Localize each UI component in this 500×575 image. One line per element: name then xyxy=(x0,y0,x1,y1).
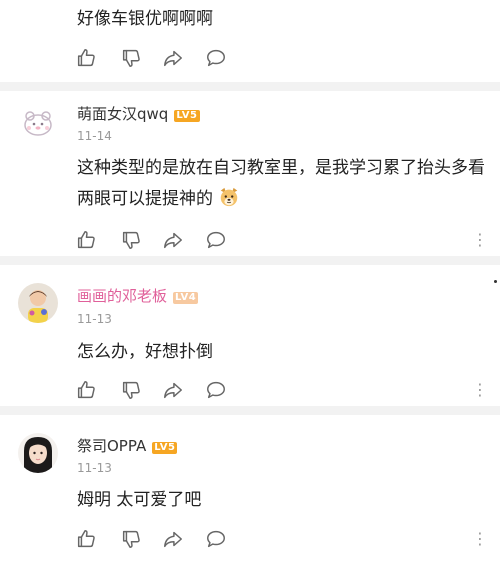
divider xyxy=(0,82,500,91)
like-button[interactable] xyxy=(75,528,97,550)
share-icon xyxy=(164,531,182,548)
thumbs-up-icon xyxy=(77,381,95,399)
level-badge: LV5 xyxy=(174,110,200,122)
comment-icon xyxy=(207,49,225,67)
share-icon xyxy=(164,50,182,67)
divider xyxy=(0,256,500,265)
comment-item: 萌面女汉qwq LV5 11-14 这种类型的是放在自习教室里，是我学习累了抬头多… xyxy=(0,91,500,256)
thumbs-up-icon xyxy=(77,231,95,249)
reply-button[interactable] xyxy=(205,47,227,69)
avatar-image xyxy=(18,103,58,143)
scroll-indicator xyxy=(494,280,497,283)
comment-icon xyxy=(207,530,225,548)
comment-item: 画画的邓老板 LV4 11-13 怎么办，好想扑倒 ⋮ xyxy=(0,265,500,405)
comment-item: 祭司OPPA LV5 11-13 姆明 太可爱了吧 ⋮ xyxy=(0,415,500,575)
username[interactable]: 祭司OPPA LV5 xyxy=(77,435,178,456)
dislike-button[interactable] xyxy=(120,47,142,69)
reply-button[interactable] xyxy=(205,379,227,401)
comment-actions: ⋮ xyxy=(75,379,490,401)
level-badge: LV4 xyxy=(173,292,199,304)
dog-face-emoji xyxy=(221,187,238,207)
more-options-icon[interactable]: ⋮ xyxy=(470,528,490,550)
comment-time: 11-13 xyxy=(77,461,112,475)
avatar-image xyxy=(18,433,58,473)
comment-icon xyxy=(207,231,225,249)
comment-icon xyxy=(207,381,225,399)
avatar[interactable] xyxy=(18,103,58,143)
dislike-button[interactable] xyxy=(120,229,142,251)
comment-text: 怎么办，好想扑倒 xyxy=(77,342,213,362)
comment-actions: ⋮ xyxy=(75,528,490,550)
thumbs-up-icon xyxy=(77,49,95,67)
comment-actions xyxy=(75,47,490,69)
comment-time: 11-13 xyxy=(77,312,112,326)
share-button[interactable] xyxy=(162,528,184,550)
divider xyxy=(0,406,500,415)
like-button[interactable] xyxy=(75,229,97,251)
comment-text-body: 这种类型的是放在自习教室里，是我学习累了抬头多看两眼可以提提神的 xyxy=(77,158,485,209)
more-options-icon[interactable]: ⋮ xyxy=(470,229,490,251)
username-text: 萌面女汉qwq xyxy=(77,105,169,123)
share-icon xyxy=(164,232,182,249)
comment-actions: ⋮ xyxy=(75,229,490,251)
comment-text: 好像车银优啊啊啊 xyxy=(77,9,213,29)
thumbs-down-icon xyxy=(122,381,140,399)
username[interactable]: 萌面女汉qwq LV5 xyxy=(77,103,200,124)
username-text: 画画的邓老板 xyxy=(77,287,168,305)
avatar[interactable] xyxy=(18,433,58,473)
level-badge: LV5 xyxy=(152,442,178,454)
dislike-button[interactable] xyxy=(120,379,142,401)
username[interactable]: 画画的邓老板 LV4 xyxy=(77,285,199,306)
more-options-icon[interactable]: ⋮ xyxy=(470,379,490,401)
like-button[interactable] xyxy=(75,47,97,69)
share-button[interactable] xyxy=(162,379,184,401)
avatar-image xyxy=(18,283,58,323)
dislike-button[interactable] xyxy=(120,528,142,550)
share-button[interactable] xyxy=(162,47,184,69)
avatar[interactable] xyxy=(18,283,58,323)
thumbs-down-icon xyxy=(122,49,140,67)
thumbs-down-icon xyxy=(122,231,140,249)
thumbs-down-icon xyxy=(122,530,140,548)
like-button[interactable] xyxy=(75,379,97,401)
reply-button[interactable] xyxy=(205,229,227,251)
comment-text: 这种类型的是放在自习教室里，是我学习累了抬头多看两眼可以提提神的 xyxy=(77,153,487,215)
comment-item: 好像车银优啊啊啊 xyxy=(0,0,500,78)
reply-button[interactable] xyxy=(205,528,227,550)
share-icon xyxy=(164,382,182,399)
username-text: 祭司OPPA xyxy=(77,437,147,455)
comment-text: 姆明 太可爱了吧 xyxy=(77,490,202,510)
share-button[interactable] xyxy=(162,229,184,251)
comment-time: 11-14 xyxy=(77,129,112,143)
thumbs-up-icon xyxy=(77,530,95,548)
